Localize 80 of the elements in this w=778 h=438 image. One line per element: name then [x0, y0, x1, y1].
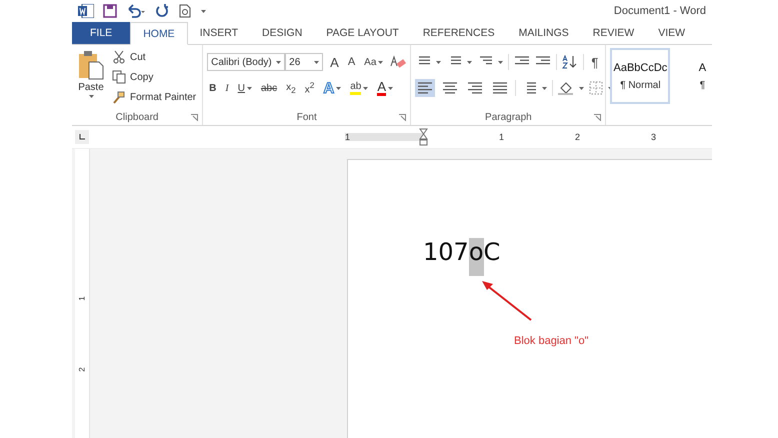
group-label: Clipboard	[116, 112, 158, 122]
caret-icon	[276, 60, 282, 64]
ribbon-tab[interactable]: MAILINGS	[506, 22, 581, 44]
grow-button[interactable]: A	[328, 53, 341, 71]
align-left-button[interactable]	[415, 79, 436, 97]
left-tab-icon	[79, 134, 85, 140]
annotation-arrow	[481, 280, 533, 322]
strike-button[interactable]: abc	[258, 79, 280, 97]
sort-icon[interactable]	[562, 55, 578, 69]
file-tab[interactable]: FILE	[72, 22, 130, 44]
ruler-number: 3	[650, 132, 656, 142]
copy-icon	[112, 70, 126, 84]
ruler-number: 1	[498, 132, 504, 142]
caret-icon	[579, 86, 584, 90]
shrink-button[interactable]: A	[346, 53, 358, 71]
ribbon-tab[interactable]: VIEW	[646, 22, 698, 44]
customize-toolbar-icon	[201, 10, 206, 12]
window-title: Document1 - Word	[614, 5, 706, 17]
case-button[interactable]: Aa	[362, 53, 386, 71]
ruler-number: 1	[78, 296, 86, 301]
sub-button[interactable]: x$_{2}$	[284, 79, 298, 97]
caret-icon	[542, 86, 548, 90]
scissors-icon	[112, 50, 126, 64]
ribbon-tab[interactable]: DESIGN	[250, 22, 314, 44]
borders-icon[interactable]	[589, 81, 604, 95]
dialog-launcher-icon[interactable]	[399, 114, 406, 121]
align-left-icon	[417, 81, 434, 95]
font-name-field[interactable]: Calibri (Body)	[207, 53, 286, 71]
print-preview-icon[interactable]	[178, 4, 192, 18]
document-text: 107oC	[423, 238, 712, 276]
caret-icon	[436, 60, 442, 64]
effects-button[interactable]: A	[321, 79, 344, 97]
ribbon-tab[interactable]: REFERENCES	[410, 22, 507, 44]
redo-icon[interactable]	[155, 4, 169, 18]
ribbon-tab[interactable]: HOME	[130, 22, 188, 45]
ribbon-tab[interactable]: REVIEW	[580, 22, 646, 44]
indent-marker-icon[interactable]	[419, 128, 428, 146]
eraser-icon[interactable]	[390, 55, 406, 69]
group-label: Font	[296, 112, 317, 122]
ruler-number: 2	[574, 132, 580, 142]
highlight-button[interactable]: ab	[348, 79, 370, 97]
painter-button[interactable]: Format Painter	[110, 88, 198, 106]
sup-button[interactable]: x$^{2}$	[302, 79, 316, 97]
underline-button[interactable]: U	[236, 79, 254, 97]
clipboard-icon	[78, 50, 104, 80]
caret-icon	[498, 60, 504, 64]
caret-icon	[467, 60, 472, 64]
color-button[interactable]: A	[375, 79, 395, 97]
align-right-icon	[467, 81, 484, 95]
copy-button[interactable]: Copy	[110, 68, 198, 86]
undo-icon[interactable]	[126, 4, 146, 18]
word-logo-icon	[78, 4, 94, 18]
caret-icon	[88, 95, 94, 98]
paste-button[interactable]: Paste	[76, 48, 106, 109]
bold-button[interactable]: B	[207, 79, 218, 97]
paint-bucket-icon[interactable]	[558, 81, 574, 95]
dialog-launcher-icon[interactable]	[191, 114, 198, 121]
ribbon-tab[interactable]: PAGE LAYOUT	[314, 22, 411, 44]
paintbrush-icon	[112, 90, 126, 104]
save-icon[interactable]	[103, 4, 117, 18]
align-justify-icon	[492, 81, 508, 95]
italic-button[interactable]: I	[223, 79, 231, 97]
ruler-number: 1	[345, 132, 350, 142]
style-gallery-item[interactable]: AaBbCcDc ¶ Normal	[610, 48, 670, 104]
group-label: Paragraph	[485, 112, 532, 122]
show-formatting-button[interactable]: ¶	[589, 54, 600, 70]
caret-icon	[314, 60, 320, 64]
cut-button[interactable]: Cut	[110, 48, 198, 66]
caret-icon	[363, 86, 368, 90]
caret-icon	[246, 86, 252, 90]
tab-selector[interactable]	[75, 130, 89, 144]
align-center-icon	[442, 81, 458, 95]
annotation-text: Blok bagian "o"	[514, 335, 588, 347]
ribbon-tab[interactable]: INSERT	[188, 22, 250, 44]
ruler-number: 2	[78, 367, 86, 372]
caret-icon	[378, 60, 384, 64]
caret-icon	[388, 86, 393, 90]
caret-icon	[336, 86, 342, 90]
dialog-launcher-icon[interactable]	[594, 114, 602, 121]
font-size-field[interactable]: 26	[285, 53, 324, 71]
